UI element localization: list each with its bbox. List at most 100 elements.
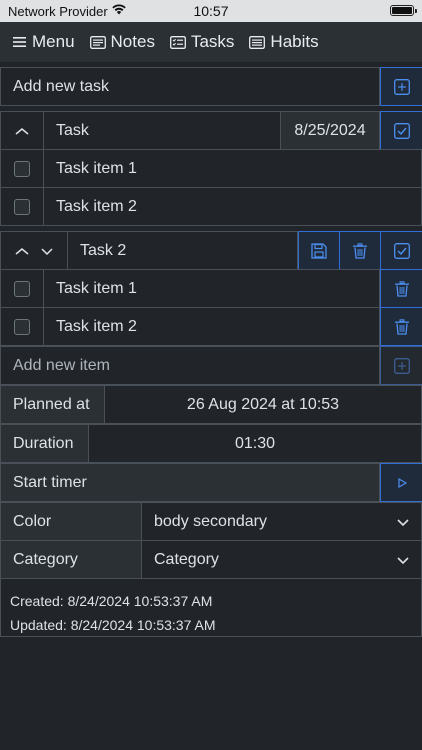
color-label-cell: Color <box>1 503 142 540</box>
collapse-button[interactable] <box>1 112 44 149</box>
planned-label: Planned at <box>13 395 90 413</box>
plus-square-icon <box>393 357 410 374</box>
list-item: Task item 1 <box>0 149 422 188</box>
nav-habits-label: Habits <box>270 32 319 51</box>
delete-task-button[interactable] <box>339 231 381 270</box>
battery-icon <box>390 5 417 16</box>
trash-icon <box>394 318 409 335</box>
item-checkbox[interactable] <box>1 308 44 345</box>
item-label: Task item 1 <box>56 279 137 297</box>
color-label: Color <box>13 512 52 530</box>
clock: 10:57 <box>193 3 229 19</box>
list-item: Task item 1 <box>0 269 422 308</box>
duration-value: 01:30 <box>234 434 276 452</box>
color-select[interactable]: body secondary <box>142 503 421 540</box>
task-title: Task <box>56 121 89 139</box>
new-task-row: Add new task <box>0 67 422 106</box>
chevron-up-icon[interactable] <box>15 246 29 256</box>
item-label: Task item 2 <box>56 197 137 215</box>
list-item: Task item 2 <box>0 307 422 346</box>
item-checkbox[interactable] <box>1 150 44 187</box>
created-timestamp: Created: 8/24/2024 10:53:37 AM <box>10 593 213 609</box>
timer-row: Start timer <box>0 463 422 502</box>
nav-notes-label: Notes <box>110 32 155 51</box>
planned-value: 26 Aug 2024 at 10:53 <box>186 395 340 413</box>
category-label-cell: Category <box>1 541 142 578</box>
task-toggle-buttons <box>1 232 68 269</box>
tasks-icon <box>170 35 186 49</box>
check-square-icon <box>393 242 410 259</box>
check-square-icon <box>393 122 410 139</box>
notes-icon <box>89 35 106 49</box>
task-title-field[interactable]: Task <box>44 112 281 149</box>
item-checkbox[interactable] <box>1 188 44 225</box>
new-item-input[interactable]: Add new item <box>1 347 380 384</box>
item-checkbox[interactable] <box>1 270 44 307</box>
duration-label: Duration <box>13 434 74 452</box>
item-label-field[interactable]: Task item 1 <box>44 270 380 307</box>
task-title-field[interactable]: Task 2 <box>68 232 298 269</box>
duration-label-cell: Duration <box>1 425 89 462</box>
trash-icon <box>353 242 367 259</box>
duration-field[interactable]: 01:30 <box>89 425 421 462</box>
nav-habits[interactable]: Habits <box>249 32 319 52</box>
status-bar: Network Provider 10:57 <box>0 0 422 22</box>
nav-tasks[interactable]: Tasks <box>170 32 234 52</box>
item-label-field[interactable]: Task item 2 <box>44 188 421 225</box>
nav-tasks-label: Tasks <box>190 32 235 51</box>
top-navbar: Menu Notes Tasks Habits <box>0 22 422 62</box>
start-timer-label: Start timer <box>13 473 87 491</box>
checkbox-box <box>14 160 30 177</box>
start-timer-button[interactable] <box>380 463 422 502</box>
chevron-down-icon <box>397 556 409 564</box>
duration-row: Duration 01:30 <box>0 424 422 463</box>
task-header: Task 2 <box>0 231 422 270</box>
complete-task-button[interactable] <box>380 231 422 270</box>
new-item-row: Add new item <box>0 346 422 385</box>
item-label: Task item 2 <box>56 317 137 335</box>
task-title: Task 2 <box>80 241 127 259</box>
color-value: body secondary <box>154 512 267 530</box>
hamburger-icon <box>13 37 26 47</box>
planned-label-cell: Planned at <box>1 386 105 423</box>
item-label: Task item 1 <box>56 159 137 177</box>
habits-icon <box>249 35 266 49</box>
nav-notes[interactable]: Notes <box>89 32 155 52</box>
color-row: Color body secondary <box>0 502 422 541</box>
category-select[interactable]: Category <box>142 541 421 578</box>
new-task-input[interactable]: Add new task <box>1 68 380 105</box>
chevron-up-icon <box>15 127 29 135</box>
updated-timestamp: Updated: 8/24/2024 10:53:37 AM <box>10 617 216 633</box>
category-label: Category <box>13 550 78 568</box>
nav-menu[interactable]: Menu <box>13 32 75 52</box>
list-item: Task item 2 <box>0 187 422 226</box>
new-task-placeholder: Add new task <box>13 77 110 95</box>
chevron-down-icon[interactable] <box>41 246 53 256</box>
start-timer-label-cell: Start timer <box>1 464 380 501</box>
chevron-down-icon <box>397 518 409 526</box>
checkbox-box <box>14 198 30 215</box>
item-label-field[interactable]: Task item 2 <box>44 308 380 345</box>
task-timestamps: Created: 8/24/2024 10:53:37 AM Updated: … <box>0 578 422 637</box>
nav-menu-label: Menu <box>32 32 75 51</box>
save-icon <box>311 242 327 259</box>
new-item-placeholder: Add new item <box>13 356 110 374</box>
delete-item-button[interactable] <box>380 307 422 346</box>
planned-datetime-field[interactable]: 26 Aug 2024 at 10:53 <box>105 386 421 423</box>
plus-square-icon <box>393 78 410 95</box>
save-task-button[interactable] <box>298 231 340 270</box>
item-label-field[interactable]: Task item 1 <box>44 150 421 187</box>
planned-row: Planned at 26 Aug 2024 at 10:53 <box>0 385 422 424</box>
complete-task-button[interactable] <box>380 111 422 150</box>
task-date: 8/25/2024 <box>294 121 366 139</box>
checkbox-box <box>14 318 30 335</box>
add-task-button[interactable] <box>380 67 422 106</box>
category-value: Category <box>154 550 219 568</box>
category-row: Category Category <box>0 540 422 579</box>
play-icon <box>397 477 407 488</box>
add-item-button[interactable] <box>380 346 422 385</box>
trash-icon <box>394 280 409 297</box>
delete-item-button[interactable] <box>380 269 422 308</box>
checkbox-box <box>14 280 30 297</box>
task-date-field[interactable]: 8/25/2024 <box>281 112 380 149</box>
